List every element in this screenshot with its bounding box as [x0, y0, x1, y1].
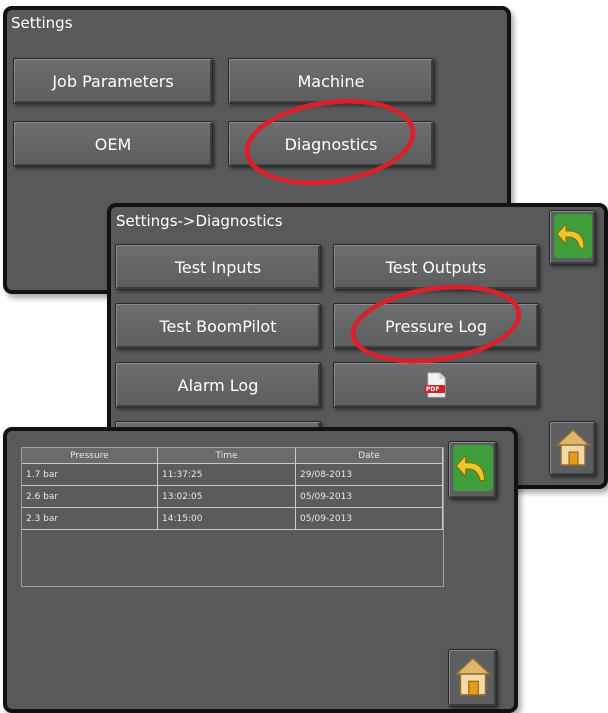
pressure-cell: 1.7 bar: [21, 463, 158, 486]
oem-button[interactable]: OEM: [13, 121, 213, 167]
time-cell: 14:15:00: [157, 507, 296, 530]
test-inputs-button[interactable]: Test Inputs: [115, 244, 321, 290]
job-parameters-button[interactable]: Job Parameters: [13, 58, 213, 104]
export-pdf-button[interactable]: PDF: [333, 362, 539, 408]
alarm-log-button[interactable]: Alarm Log: [115, 362, 321, 408]
diagnostics-button[interactable]: Diagnostics: [228, 121, 434, 167]
date-cell: 29/08-2013: [295, 463, 443, 486]
pdf-icon: PDF: [423, 372, 449, 398]
test-boompilot-button[interactable]: Test BoomPilot: [115, 303, 321, 349]
column-header-date: Date: [295, 447, 443, 464]
home-button[interactable]: [448, 649, 497, 707]
time-cell: 13:02:05: [157, 485, 296, 508]
pressure-log-button[interactable]: Pressure Log: [333, 303, 539, 349]
pressure-log-table: Pressure Time Date 1.7 bar 11:37:25 29/0…: [21, 447, 443, 530]
table-header-row: Pressure Time Date: [21, 447, 443, 464]
home-button[interactable]: [549, 421, 596, 476]
column-header-pressure: Pressure: [21, 447, 158, 464]
column-header-time: Time: [157, 447, 296, 464]
back-button[interactable]: [549, 210, 596, 265]
page-title: Settings: [11, 14, 73, 32]
pdf-icon-label: PDF: [426, 386, 440, 393]
pressure-log-screen: Pressure Time Date 1.7 bar 11:37:25 29/0…: [3, 427, 518, 713]
date-cell: 05/09-2013: [295, 485, 443, 508]
table-row[interactable]: 2.3 bar 14:15:00 05/09-2013: [21, 507, 443, 530]
date-cell: 05/09-2013: [295, 507, 443, 530]
table-row[interactable]: 1.7 bar 11:37:25 29/08-2013: [21, 463, 443, 486]
machine-button[interactable]: Machine: [228, 58, 434, 104]
page-title: Settings->Diagnostics: [116, 212, 283, 230]
pressure-cell: 2.6 bar: [21, 485, 158, 508]
back-arrow-icon: [452, 445, 493, 495]
back-arrow-icon: [553, 213, 592, 262]
table-row[interactable]: 2.6 bar 13:02:05 05/09-2013: [21, 485, 443, 508]
pressure-cell: 2.3 bar: [21, 507, 158, 530]
time-cell: 11:37:25: [157, 463, 296, 486]
home-icon: [453, 655, 492, 701]
home-icon: [554, 427, 591, 471]
back-button[interactable]: [448, 441, 497, 499]
test-outputs-button[interactable]: Test Outputs: [333, 244, 539, 290]
